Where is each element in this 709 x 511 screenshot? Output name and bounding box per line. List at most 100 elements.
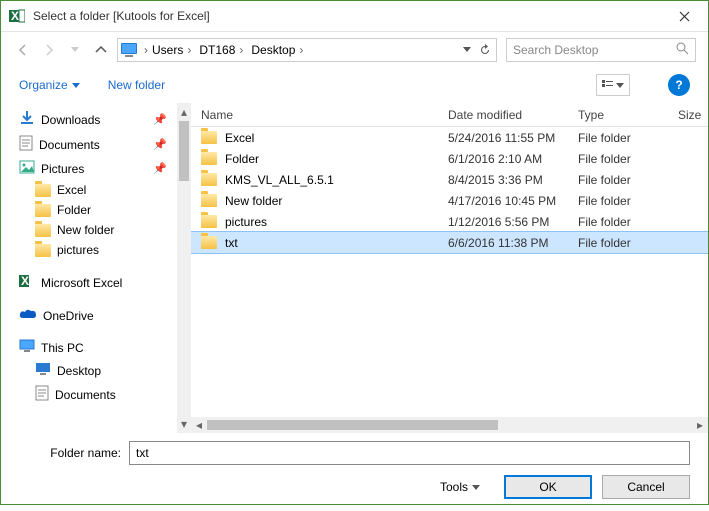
search-input[interactable]: [513, 43, 676, 57]
file-type: File folder: [578, 152, 678, 166]
col-type[interactable]: Type: [578, 108, 678, 122]
tools-menu[interactable]: Tools: [440, 480, 480, 494]
dialog-footer: Folder name: Tools OK Cancel: [1, 433, 708, 511]
new-folder-button[interactable]: New folder: [108, 78, 165, 92]
horizontal-scrollbar[interactable]: ◂ ▸: [191, 417, 708, 433]
col-name[interactable]: Name: [201, 108, 448, 122]
list-rows[interactable]: Excel5/24/2016 11:55 PMFile folderFolder…: [191, 127, 708, 417]
folder-icon: [35, 204, 51, 217]
refresh-button[interactable]: [476, 39, 494, 61]
breadcrumb-item[interactable]: DT168›: [195, 39, 247, 61]
breadcrumb-item[interactable]: Users›: [148, 39, 195, 61]
tree-excel-app[interactable]: X Microsoft Excel: [9, 270, 177, 295]
pin-icon: 📌: [153, 113, 167, 126]
file-name: Excel: [225, 131, 254, 145]
folder-name-input[interactable]: [129, 441, 690, 465]
nav-tree[interactable]: Downloads📌 Documents📌 Pictures📌 Excel Fo…: [1, 103, 177, 433]
col-size[interactable]: Size: [678, 108, 708, 122]
file-name: Folder: [225, 152, 259, 166]
search-box[interactable]: [506, 38, 696, 62]
navigation-bar: › Users› DT168› Desktop›: [1, 31, 708, 67]
svg-text:X: X: [21, 274, 29, 288]
titlebar: X Select a folder [Kutools for Excel]: [1, 1, 708, 31]
close-button[interactable]: [668, 4, 700, 28]
tree-this-pc[interactable]: This PC: [9, 336, 177, 359]
tree-folder-item[interactable]: Excel: [9, 180, 177, 200]
scrollbar-thumb[interactable]: [179, 121, 189, 181]
tree-downloads[interactable]: Downloads📌: [9, 107, 177, 132]
dialog-body: Downloads📌 Documents📌 Pictures📌 Excel Fo…: [1, 103, 708, 433]
file-row[interactable]: Excel 5/24/2016 11:55 PMFile folder: [191, 127, 708, 148]
tree-documents-pc[interactable]: Documents: [9, 382, 177, 407]
folder-icon: [201, 194, 217, 207]
breadcrumb-item[interactable]: Desktop›: [247, 39, 307, 61]
file-date: 8/4/2015 3:36 PM: [448, 173, 578, 187]
search-icon: [676, 42, 689, 58]
recent-dropdown[interactable]: [65, 40, 85, 60]
folder-icon: [35, 184, 51, 197]
help-button[interactable]: ?: [668, 74, 690, 96]
desktop-icon: [35, 362, 51, 379]
up-button[interactable]: [91, 40, 111, 60]
tree-folder-item[interactable]: pictures: [9, 240, 177, 260]
file-type: File folder: [578, 131, 678, 145]
file-row[interactable]: KMS_VL_ALL_6.5.18/4/2015 3:36 PMFile fol…: [191, 169, 708, 190]
folder-icon: [201, 131, 217, 144]
excel-app-icon: X: [9, 8, 25, 24]
history-dropdown[interactable]: [458, 39, 476, 61]
scroll-down-icon[interactable]: ▾: [177, 417, 191, 431]
file-date: 1/12/2016 5:56 PM: [448, 215, 578, 229]
file-row[interactable]: pictures 1/12/2016 5:56 PMFile folder: [191, 211, 708, 232]
file-date: 6/6/2016 11:38 PM: [448, 236, 578, 250]
file-date: 5/24/2016 11:55 PM: [448, 131, 578, 145]
forward-button[interactable]: [39, 40, 59, 60]
address-bar[interactable]: › Users› DT168› Desktop›: [117, 38, 497, 62]
tree-folder-item[interactable]: New folder: [9, 220, 177, 240]
tree-desktop[interactable]: Desktop: [9, 359, 177, 382]
file-date: 4/17/2016 10:45 PM: [448, 194, 578, 208]
scroll-left-icon[interactable]: ◂: [191, 418, 207, 432]
cancel-button[interactable]: Cancel: [602, 475, 690, 499]
excel-icon: X: [19, 273, 35, 292]
tree-pictures[interactable]: Pictures📌: [9, 157, 177, 180]
document-icon: [19, 135, 33, 154]
file-name: pictures: [225, 215, 267, 229]
pictures-icon: [19, 160, 35, 177]
ok-button[interactable]: OK: [504, 475, 592, 499]
download-icon: [19, 110, 35, 129]
folder-icon: [35, 244, 51, 257]
tree-scrollbar[interactable]: ▴ ▾: [177, 103, 191, 433]
organize-menu[interactable]: Organize: [19, 78, 80, 92]
hscroll-thumb[interactable]: [207, 420, 498, 430]
dialog-title: Select a folder [Kutools for Excel]: [33, 9, 668, 23]
tree-onedrive[interactable]: OneDrive: [9, 305, 177, 326]
file-name: KMS_VL_ALL_6.5.1: [225, 173, 334, 187]
folder-icon: [35, 224, 51, 237]
file-row[interactable]: txt6/6/2016 11:38 PMFile folder: [191, 232, 708, 253]
tree-documents[interactable]: Documents📌: [9, 132, 177, 157]
this-pc-icon: [120, 42, 140, 58]
view-options-button[interactable]: [596, 74, 630, 96]
list-header[interactable]: Name Date modified Type Size: [191, 103, 708, 127]
pin-icon: 📌: [153, 138, 167, 151]
toolbar: Organize New folder ?: [1, 67, 708, 103]
onedrive-icon: [19, 308, 37, 323]
folder-icon: [201, 215, 217, 228]
file-type: File folder: [578, 215, 678, 229]
file-type: File folder: [578, 236, 678, 250]
scroll-right-icon[interactable]: ▸: [692, 418, 708, 432]
file-date: 6/1/2016 2:10 AM: [448, 152, 578, 166]
svg-text:X: X: [11, 9, 19, 23]
folder-name-label: Folder name:: [19, 446, 129, 460]
file-row[interactable]: New folder4/17/2016 10:45 PMFile folder: [191, 190, 708, 211]
tree-folder-item[interactable]: Folder: [9, 200, 177, 220]
file-row[interactable]: Folder 6/1/2016 2:10 AMFile folder: [191, 148, 708, 169]
monitor-icon: [19, 339, 35, 356]
col-date[interactable]: Date modified: [448, 108, 578, 122]
back-button[interactable]: [13, 40, 33, 60]
file-list: Name Date modified Type Size Excel 5/24/2…: [191, 103, 708, 433]
scroll-up-icon[interactable]: ▴: [177, 105, 191, 119]
pin-icon: 📌: [153, 162, 167, 175]
folder-icon: [201, 173, 217, 186]
folder-icon: [201, 236, 217, 249]
